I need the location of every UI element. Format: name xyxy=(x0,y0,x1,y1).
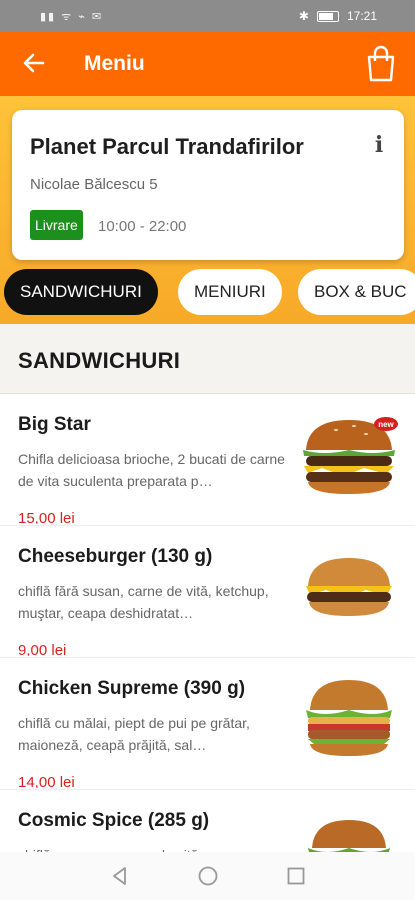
burger-image xyxy=(306,680,392,756)
status-right: ✱ 17:21 xyxy=(299,9,377,23)
product-item[interactable]: Big Star Chifla delicioasa brioche, 2 bu… xyxy=(0,394,415,526)
opening-hours: 10:00 - 22:00 xyxy=(98,218,187,235)
store-address: Nicolae Bălcescu 5 xyxy=(30,176,158,193)
page-title: Meniu xyxy=(84,52,145,75)
tab-sandwichuri[interactable]: SANDWICHURI xyxy=(4,269,158,315)
app-header: Meniu xyxy=(0,32,415,96)
tab-box-buc[interactable]: BOX & BUC xyxy=(298,269,415,315)
back-button[interactable] xyxy=(20,49,48,77)
burger-image xyxy=(308,820,390,856)
status-bar: ▮▮ ᯤ ⌁ ✉ ✱ 17:21 xyxy=(0,0,415,32)
product-price: 15,00 lei xyxy=(18,510,75,524)
store-name: Planet Parcul Trandafirilor xyxy=(30,134,304,159)
status-time: 17:21 xyxy=(346,9,377,23)
product-price: 9,00 lei xyxy=(18,642,67,656)
arrow-left-icon xyxy=(23,53,45,73)
product-item[interactable]: Chicken Supreme (390 g) chiflă cu mălai,… xyxy=(0,658,415,790)
product-item[interactable]: Cheeseburger (130 g) chiflă fără susan, … xyxy=(0,526,415,658)
new-badge: new xyxy=(378,420,394,429)
shopping-bag-icon xyxy=(367,45,395,82)
recent-apps-icon[interactable] xyxy=(284,864,308,888)
product-name: Cheeseburger (130 g) xyxy=(18,546,213,567)
info-icon[interactable]: i xyxy=(370,132,388,158)
home-circle-icon[interactable] xyxy=(196,864,220,888)
store-card[interactable]: Planet Parcul Trandafirilor i Nicolae Bă… xyxy=(12,110,404,260)
product-name: Big Star xyxy=(18,414,91,435)
category-tabs: SANDWICHURI MENIURI BOX & BUC xyxy=(0,269,415,317)
product-name: Cosmic Spice (285 g) xyxy=(18,810,210,831)
product-item[interactable]: Cosmic Spice (285 g) chiflă cu susan, ca… xyxy=(0,790,415,856)
burger-image xyxy=(306,558,392,616)
product-description: chiflă cu mălai, piept de pui pe grătar,… xyxy=(18,715,250,753)
section-title: SANDWICHURI xyxy=(18,348,181,373)
section-header: SANDWICHURI xyxy=(0,324,415,394)
back-triangle-icon[interactable] xyxy=(108,864,132,888)
delivery-badge: Livrare xyxy=(30,210,83,240)
product-name: Chicken Supreme (390 g) xyxy=(18,678,246,699)
product-description: Chifla delicioasa brioche, 2 bucati de c… xyxy=(18,451,285,489)
tab-meniuri[interactable]: MENIURI xyxy=(178,269,282,315)
status-icons: ▮▮ ᯤ ⌁ ✉ xyxy=(40,11,104,23)
product-list: Big Star Chifla delicioasa brioche, 2 bu… xyxy=(0,394,415,856)
cart-button[interactable] xyxy=(365,45,397,83)
product-price: 14,00 lei xyxy=(18,774,75,788)
system-navigation-bar xyxy=(0,852,415,900)
burger-image: new xyxy=(303,417,398,494)
product-description: chiflă fără susan, carne de vită, ketchu… xyxy=(18,583,269,621)
bluetooth-icon: ✱ xyxy=(298,9,309,23)
battery-icon xyxy=(316,10,339,22)
